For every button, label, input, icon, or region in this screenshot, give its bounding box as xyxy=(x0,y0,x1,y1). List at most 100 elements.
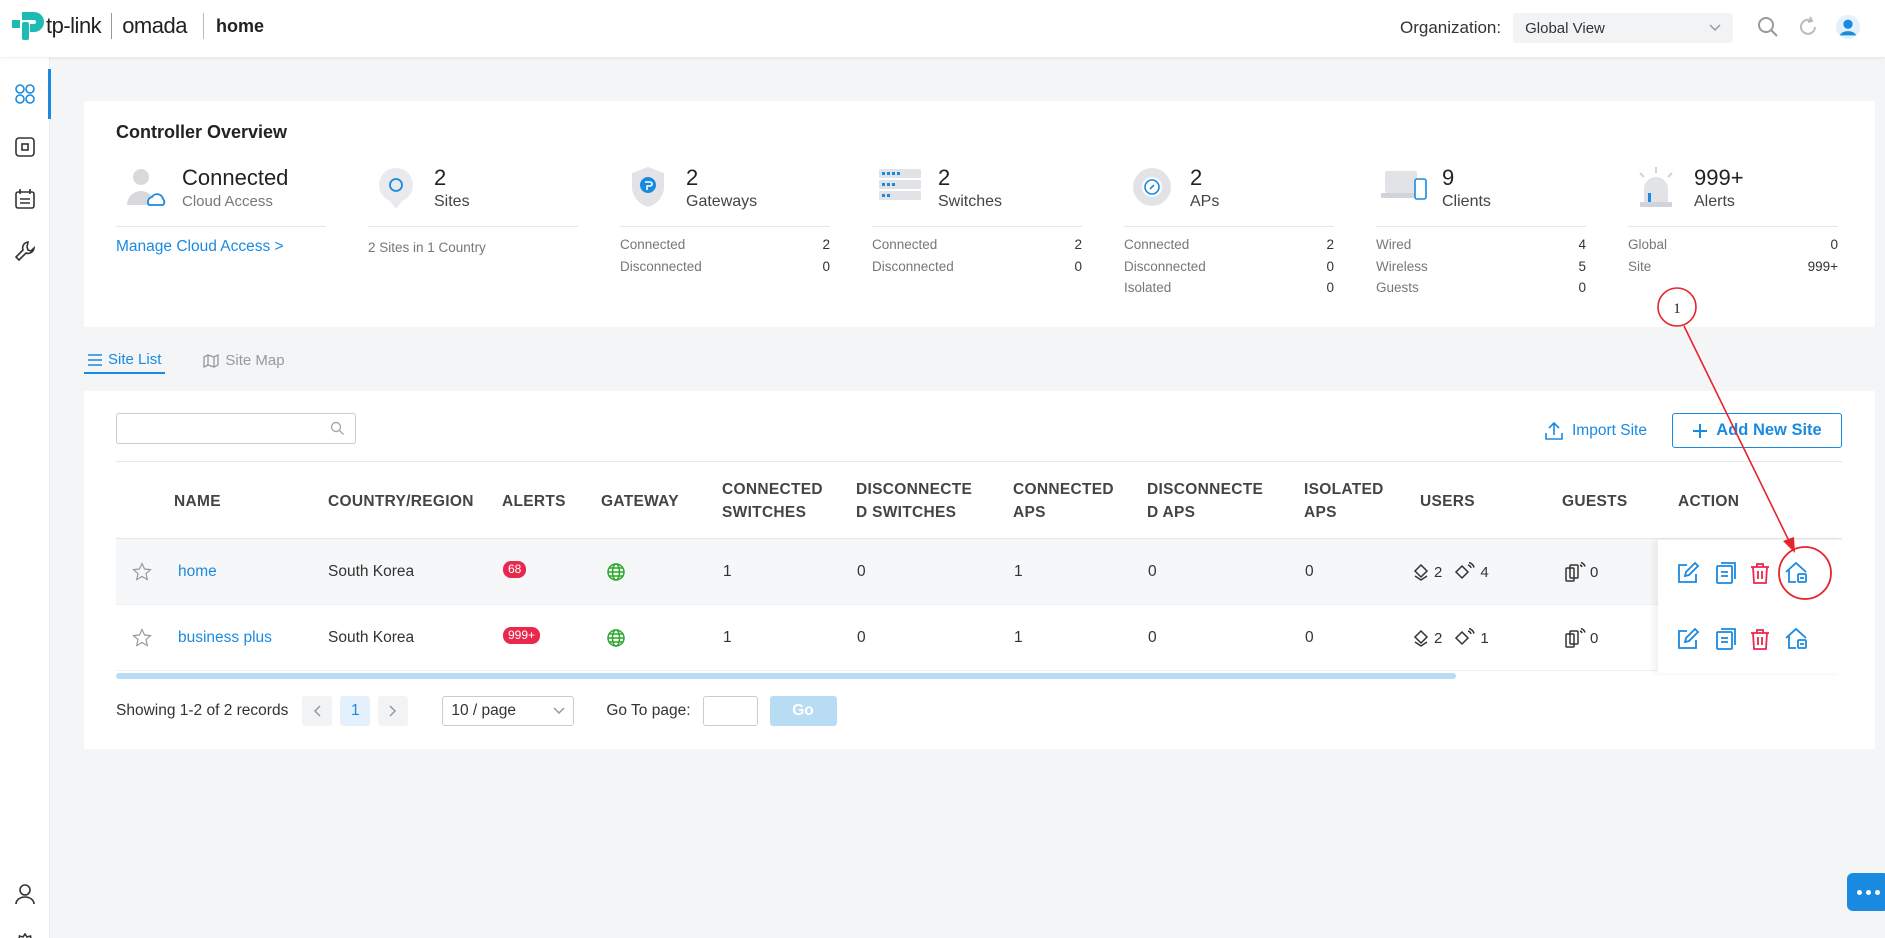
guests-cell: 0 xyxy=(1564,605,1598,671)
col-users[interactable]: USERS xyxy=(1420,462,1475,540)
switches-disconnected-row: Disconnected 0 xyxy=(872,258,1082,274)
site-name-link[interactable]: business plus xyxy=(178,605,272,671)
access-point-icon xyxy=(1124,165,1180,215)
col-name[interactable]: NAME xyxy=(174,462,221,540)
col-country[interactable]: COUNTRY/REGION xyxy=(328,462,474,540)
per-page-select[interactable]: 10 / page xyxy=(442,696,575,726)
isolated-aps: 0 xyxy=(1305,563,1314,580)
overview-title: Controller Overview xyxy=(116,122,288,142)
sidebar-item-settings[interactable] xyxy=(0,919,50,938)
sidebar-item-tools[interactable] xyxy=(0,226,50,276)
connected-aps: 1 xyxy=(1014,563,1023,580)
site-list-card: Import Site Add New Site NAME COUNTRY/RE… xyxy=(84,391,1875,749)
globe-icon xyxy=(606,605,626,671)
organization-value: Global View xyxy=(1525,19,1605,37)
import-site-label: Import Site xyxy=(1572,422,1647,439)
col-gateway[interactable]: GATEWAY xyxy=(601,462,679,540)
site-name-link[interactable]: home xyxy=(178,539,217,605)
upload-icon xyxy=(1545,421,1563,440)
alerts-site-row: Site 999+ xyxy=(1628,258,1838,274)
delete-icon[interactable] xyxy=(1748,627,1772,651)
col-isolated-aps[interactable]: ISOLATED APS xyxy=(1304,462,1384,540)
site-search-input[interactable] xyxy=(116,413,356,444)
connected-aps: 1 xyxy=(1014,629,1023,646)
copy-icon[interactable] xyxy=(1712,561,1736,585)
next-page-button[interactable] xyxy=(378,696,409,726)
current-site-name[interactable]: home xyxy=(216,16,264,37)
favorite-star-icon[interactable] xyxy=(132,539,152,605)
gateway-shield-icon xyxy=(620,165,676,215)
organization-selector: Organization: Global View xyxy=(1400,13,1734,43)
aps-disconnected-row: Disconnected 0 xyxy=(1124,258,1334,274)
edit-icon[interactable] xyxy=(1676,627,1700,651)
chat-support-button[interactable] xyxy=(1847,873,1885,911)
stat-clients: 9 Clients Wired 4 Wireless 5 Guests 0 xyxy=(1376,165,1586,302)
import-site-button[interactable]: Import Site xyxy=(1544,421,1647,441)
wireless-user-icon xyxy=(1455,628,1476,646)
add-new-site-button[interactable]: Add New Site xyxy=(1672,413,1842,448)
alerts-global-row: Global 0 xyxy=(1628,237,1838,252)
logo[interactable]: tp-link omada home xyxy=(10,10,264,42)
user-avatar-icon[interactable] xyxy=(1835,12,1861,42)
horizontal-scrollbar[interactable] xyxy=(116,673,1456,679)
sidebar-item-dashboard[interactable] xyxy=(0,69,51,119)
alerts-badge[interactable]: 68 xyxy=(503,539,527,605)
page-number-button[interactable]: 1 xyxy=(340,696,371,726)
sidebar xyxy=(0,57,51,938)
switches-count: 2 xyxy=(938,165,951,190)
add-new-site-label: Add New Site xyxy=(1716,421,1822,439)
go-button[interactable]: Go xyxy=(769,696,837,726)
aps-label: APs xyxy=(1190,193,1220,210)
cloud-label: Cloud Access xyxy=(182,193,273,210)
chevron-down-icon xyxy=(1709,24,1721,32)
col-connected-switches[interactable]: CONNECTED SWITCHES xyxy=(722,462,823,540)
search-icon xyxy=(330,421,344,435)
col-guests[interactable]: GUESTS xyxy=(1562,462,1628,540)
tab-site-list[interactable]: Site List xyxy=(84,347,166,374)
organization-dropdown[interactable]: Global View xyxy=(1513,13,1734,43)
chevron-right-icon xyxy=(389,705,397,717)
col-disconnected-switches[interactable]: DISCONNECTE D SWITCHES xyxy=(856,462,972,540)
alerts-badge[interactable]: 999+ xyxy=(503,605,541,671)
sidebar-item-devices[interactable] xyxy=(0,122,50,172)
col-alerts[interactable]: ALERTS xyxy=(502,462,566,540)
wired-user-icon xyxy=(1413,563,1429,581)
search-icon[interactable] xyxy=(1755,12,1781,42)
table-row[interactable]: home South Korea 68 1 0 1 0 0 2 4 0 xyxy=(116,539,1842,605)
users-cell: 2 1 xyxy=(1412,605,1489,671)
guests-cell: 0 xyxy=(1564,539,1598,605)
col-connected-aps[interactable]: CONNECTED APS xyxy=(1013,462,1114,540)
top-icons xyxy=(1755,12,1861,42)
cloud-user-icon xyxy=(116,165,172,215)
alarm-icon xyxy=(1628,165,1684,215)
stat-cloud-access: Connected Cloud Access Manage Cloud Acce… xyxy=(116,165,326,256)
manage-site-icon[interactable] xyxy=(1784,561,1808,585)
edit-icon[interactable] xyxy=(1676,561,1700,585)
wrench-icon xyxy=(14,241,36,262)
stat-aps: 2 APs Connected 2 Disconnected 0 Isolated 0 xyxy=(1124,165,1334,302)
gateways-count: 2 xyxy=(686,165,699,190)
manage-cloud-access-link[interactable]: Manage Cloud Access > xyxy=(116,238,326,256)
delete-icon[interactable] xyxy=(1748,561,1772,585)
calendar-icon xyxy=(15,189,35,209)
device-icon xyxy=(15,137,35,157)
site-country: South Korea xyxy=(328,563,415,580)
table-row[interactable]: business plus South Korea 999+ 1 0 1 0 0… xyxy=(116,605,1842,671)
action-column xyxy=(1658,540,1842,673)
tab-site-map[interactable]: Site Map xyxy=(203,347,285,374)
sidebar-item-logs[interactable] xyxy=(0,174,50,224)
switch-icon xyxy=(872,165,928,215)
col-disconnected-aps[interactable]: DISCONNECTE D APS xyxy=(1147,462,1263,540)
manage-site-icon[interactable] xyxy=(1784,627,1808,651)
prev-page-button[interactable] xyxy=(302,696,333,726)
chat-dot-icon xyxy=(1856,889,1862,895)
goto-page-input[interactable] xyxy=(702,696,758,726)
favorite-star-icon[interactable] xyxy=(132,605,152,671)
guest-device-icon xyxy=(1565,562,1586,582)
globe-icon xyxy=(606,539,626,605)
disconnected-aps: 0 xyxy=(1148,563,1157,580)
copy-icon[interactable] xyxy=(1712,627,1736,651)
sidebar-item-account[interactable] xyxy=(0,869,50,919)
refresh-icon[interactable] xyxy=(1795,12,1821,42)
clients-wired-row: Wired 4 xyxy=(1376,237,1586,252)
